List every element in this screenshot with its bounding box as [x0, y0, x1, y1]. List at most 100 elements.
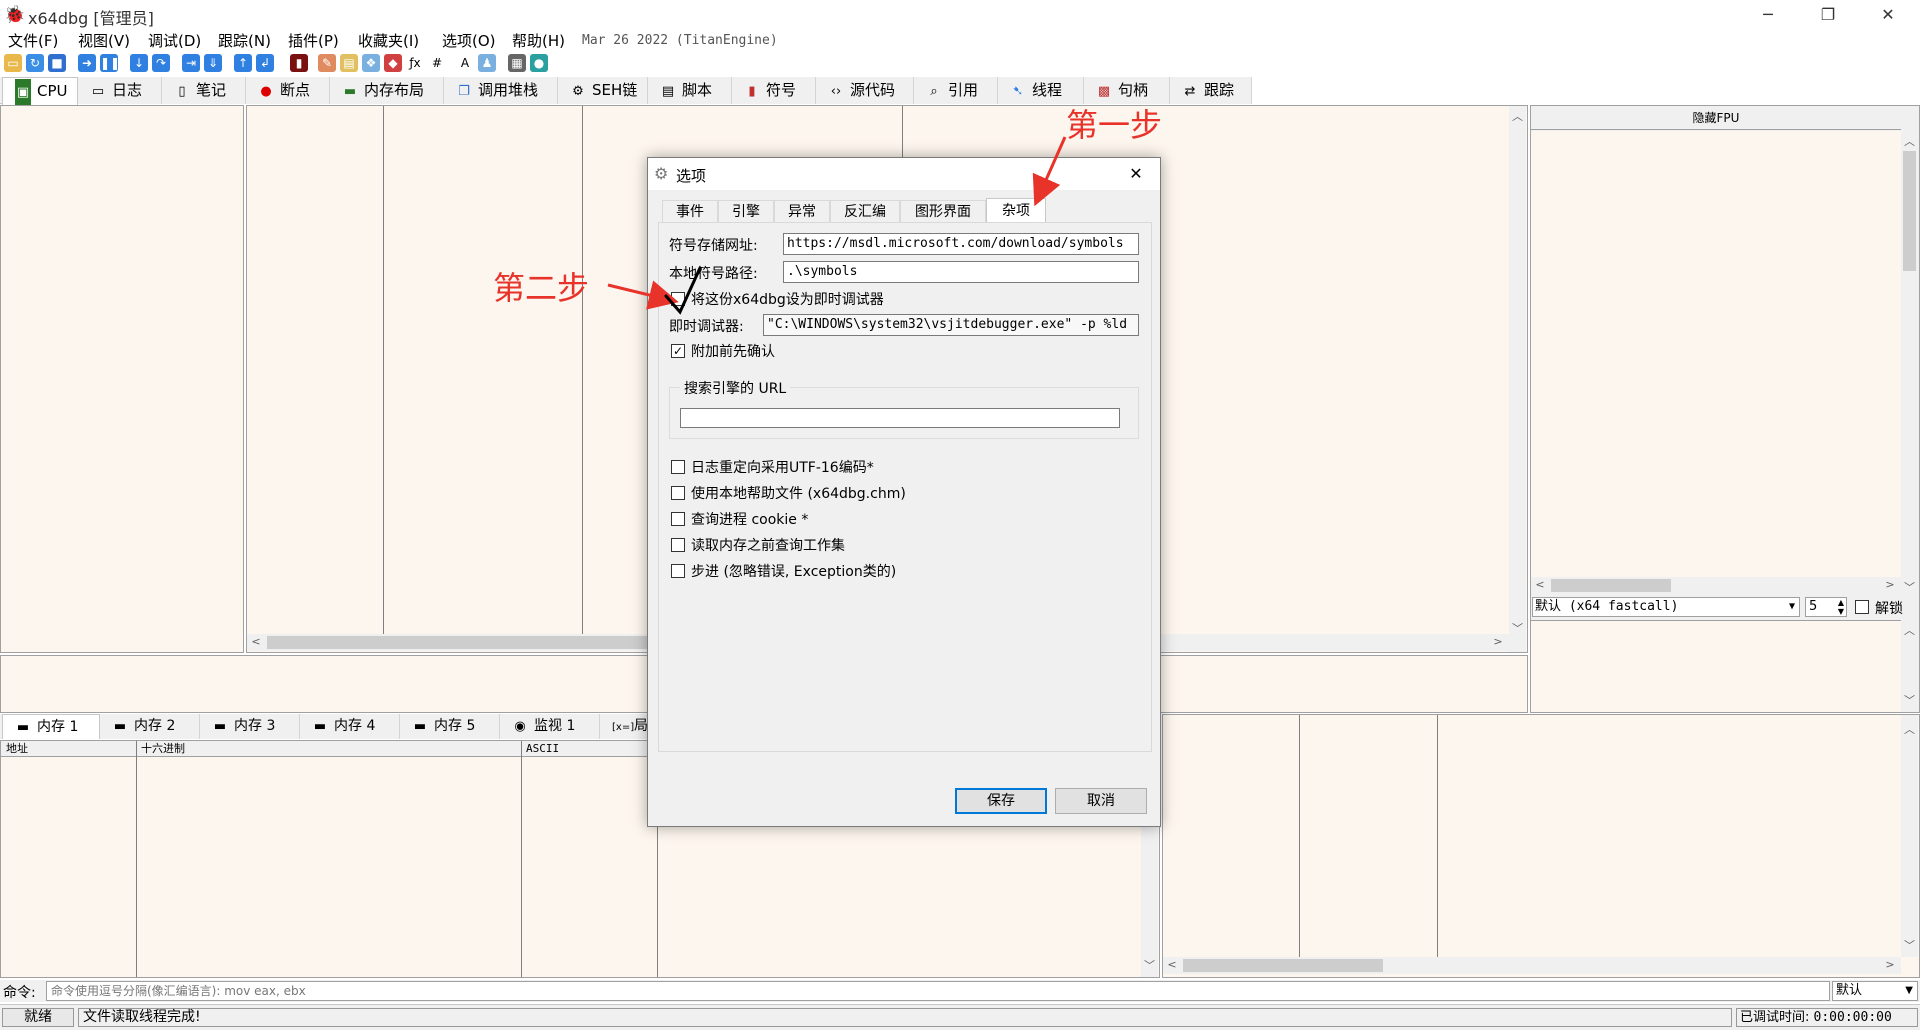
- scroll-right-icon[interactable]: >: [1491, 635, 1505, 648]
- restore-button[interactable]: ❐: [1800, 0, 1856, 30]
- scroll-up-icon[interactable]: ︿: [1901, 721, 1918, 737]
- spin-arrows-icon[interactable]: ▲ ▼: [1838, 598, 1844, 616]
- query-workingset-checkbox[interactable]: [671, 538, 685, 552]
- arg-count-spinbox[interactable]: 5 ▲ ▼: [1805, 597, 1847, 617]
- scroll-thumb[interactable]: [1183, 959, 1383, 972]
- menu-help[interactable]: 帮助(H): [512, 30, 565, 52]
- tab-memory-map[interactable]: ▬ 内存布局: [330, 77, 444, 104]
- tab-notes[interactable]: ▯ 笔记: [162, 77, 246, 104]
- comment-icon[interactable]: ✎: [318, 54, 336, 72]
- disassembly-vscrollbar[interactable]: ︿ ﹀: [1509, 106, 1526, 652]
- stack-pane[interactable]: ︿ ﹀ < >: [1162, 714, 1920, 978]
- symbol-store-input[interactable]: https://msdl.microsoft.com/download/symb…: [783, 233, 1139, 255]
- tab-call-stack[interactable]: ❐ 调用堆栈: [444, 77, 558, 104]
- execute-till-return-icon[interactable]: ↑: [234, 54, 252, 72]
- set-jit-checkbox[interactable]: [671, 292, 685, 306]
- tab-dump-5[interactable]: ▬ 内存 5: [400, 714, 500, 739]
- hash-icon[interactable]: #: [428, 54, 446, 72]
- scroll-up-icon[interactable]: ︿: [1901, 133, 1918, 149]
- query-cookie-checkbox[interactable]: [671, 512, 685, 526]
- dialog-tab-misc[interactable]: 杂项: [986, 198, 1046, 222]
- search-engine-input[interactable]: [680, 408, 1120, 428]
- calculator-icon[interactable]: ▦: [508, 54, 526, 72]
- column-address[interactable]: 地址: [6, 741, 28, 756]
- scroll-down-icon[interactable]: ﹀: [1141, 957, 1158, 973]
- tab-dump-3[interactable]: ▬ 内存 3: [200, 714, 300, 739]
- pause-icon[interactable]: ❚❚: [100, 54, 120, 72]
- tab-source[interactable]: ‹› 源代码: [816, 77, 914, 104]
- label-icon[interactable]: ▤: [340, 54, 358, 72]
- tab-dump-4[interactable]: ▬ 内存 4: [300, 714, 400, 739]
- registers-vscrollbar[interactable]: ︿ ﹀: [1901, 131, 1918, 595]
- dialog-tab-engine[interactable]: 引擎: [718, 200, 774, 222]
- step-ignore-checkbox[interactable]: [671, 564, 685, 578]
- scroll-left-icon[interactable]: <: [249, 635, 263, 648]
- strings-icon[interactable]: A: [456, 54, 474, 72]
- menu-trace[interactable]: 跟踪(N): [218, 30, 271, 52]
- globe-icon[interactable]: ●: [530, 54, 548, 72]
- arguments-vscrollbar[interactable]: ︿ ﹀: [1901, 620, 1918, 712]
- tab-seh[interactable]: ⚙ SEH链: [558, 77, 648, 104]
- cancel-button[interactable]: 取消: [1055, 788, 1147, 814]
- dialog-close-button[interactable]: ✕: [1116, 162, 1156, 186]
- column-hex[interactable]: 十六进制: [141, 741, 185, 756]
- tab-watch-1[interactable]: ◉ 监视 1: [500, 714, 600, 739]
- scroll-down-icon[interactable]: ﹀: [1509, 620, 1526, 636]
- scroll-right-icon[interactable]: >: [1883, 958, 1897, 971]
- jit-debugger-input[interactable]: "C:\WINDOWS\system32\vsjitdebugger.exe" …: [763, 314, 1139, 336]
- calling-convention-select[interactable]: 默认 (x64 fastcall) ▼: [1532, 597, 1800, 617]
- hide-fpu-button[interactable]: 隐藏FPU: [1531, 106, 1901, 130]
- minimize-button[interactable]: ─: [1740, 0, 1796, 30]
- unlock-checkbox[interactable]: [1855, 600, 1869, 614]
- menu-view[interactable]: 视图(V): [78, 30, 130, 52]
- menu-favourites[interactable]: 收藏夹(I): [358, 30, 419, 52]
- stack-vscrollbar[interactable]: ︿ ﹀: [1901, 715, 1918, 957]
- function-tag-icon[interactable]: ◆: [384, 54, 402, 72]
- dialog-tab-exceptions[interactable]: 异常: [774, 200, 830, 222]
- trace-into-icon[interactable]: ⇥: [182, 54, 200, 72]
- scroll-left-icon[interactable]: <: [1533, 578, 1547, 591]
- scroll-thumb[interactable]: [267, 636, 687, 649]
- tab-symbols[interactable]: ▮ 符号: [732, 77, 816, 104]
- menu-file[interactable]: 文件(F): [8, 30, 58, 52]
- run-to-user-code-icon[interactable]: ↲: [256, 54, 274, 72]
- run-icon[interactable]: ➜: [78, 54, 96, 72]
- step-over-icon[interactable]: ↷: [152, 54, 170, 72]
- tab-script[interactable]: ▤ 脚本: [648, 77, 732, 104]
- scroll-right-icon[interactable]: >: [1883, 578, 1897, 591]
- registers-view[interactable]: [1531, 131, 1901, 577]
- utf16-log-checkbox[interactable]: [671, 460, 685, 474]
- open-icon[interactable]: ▭: [4, 54, 22, 72]
- save-button[interactable]: 保存: [955, 788, 1047, 814]
- menu-plugins[interactable]: 插件(P): [288, 30, 339, 52]
- tab-references[interactable]: ⌕ 引用: [914, 77, 998, 104]
- command-mode-select[interactable]: 默认 ▼: [1832, 981, 1918, 1001]
- menu-debug[interactable]: 调试(D): [148, 30, 201, 52]
- scroll-thumb[interactable]: [1551, 579, 1671, 592]
- tab-log[interactable]: ▭ 日志: [78, 77, 162, 104]
- scroll-up-icon[interactable]: ︿: [1901, 622, 1918, 638]
- stack-hscrollbar[interactable]: < >: [1163, 957, 1901, 974]
- local-help-checkbox[interactable]: [671, 486, 685, 500]
- dialog-tab-disassembly[interactable]: 反汇编: [830, 200, 900, 222]
- tab-dump-2[interactable]: ▬ 内存 2: [100, 714, 200, 739]
- column-ascii[interactable]: ASCII: [526, 741, 559, 756]
- confirm-attach-checkbox[interactable]: ✓: [671, 344, 685, 358]
- scroll-down-icon[interactable]: ﹀: [1901, 692, 1918, 708]
- menu-options[interactable]: 选项(O): [442, 30, 496, 52]
- stop-icon[interactable]: ■: [48, 54, 66, 72]
- trace-over-icon[interactable]: ⇓: [204, 54, 222, 72]
- patch-icon[interactable]: ▮: [290, 54, 308, 72]
- calls-icon[interactable]: ♟: [478, 54, 496, 72]
- tab-trace[interactable]: ⇄ 跟踪: [1170, 77, 1252, 104]
- close-window-button[interactable]: ✕: [1860, 0, 1916, 30]
- registers-hscrollbar[interactable]: < >: [1531, 577, 1901, 594]
- tab-dump-1[interactable]: ▬ 内存 1: [2, 714, 100, 739]
- tab-breakpoints[interactable]: ● 断点: [246, 77, 330, 104]
- fx-icon[interactable]: ƒx: [406, 54, 424, 72]
- restart-icon[interactable]: ↻: [26, 54, 44, 72]
- scroll-down-icon[interactable]: ﹀: [1901, 937, 1918, 953]
- scroll-left-icon[interactable]: <: [1165, 958, 1179, 971]
- arguments-view[interactable]: [1531, 620, 1901, 712]
- bookmark-icon[interactable]: ❖: [362, 54, 380, 72]
